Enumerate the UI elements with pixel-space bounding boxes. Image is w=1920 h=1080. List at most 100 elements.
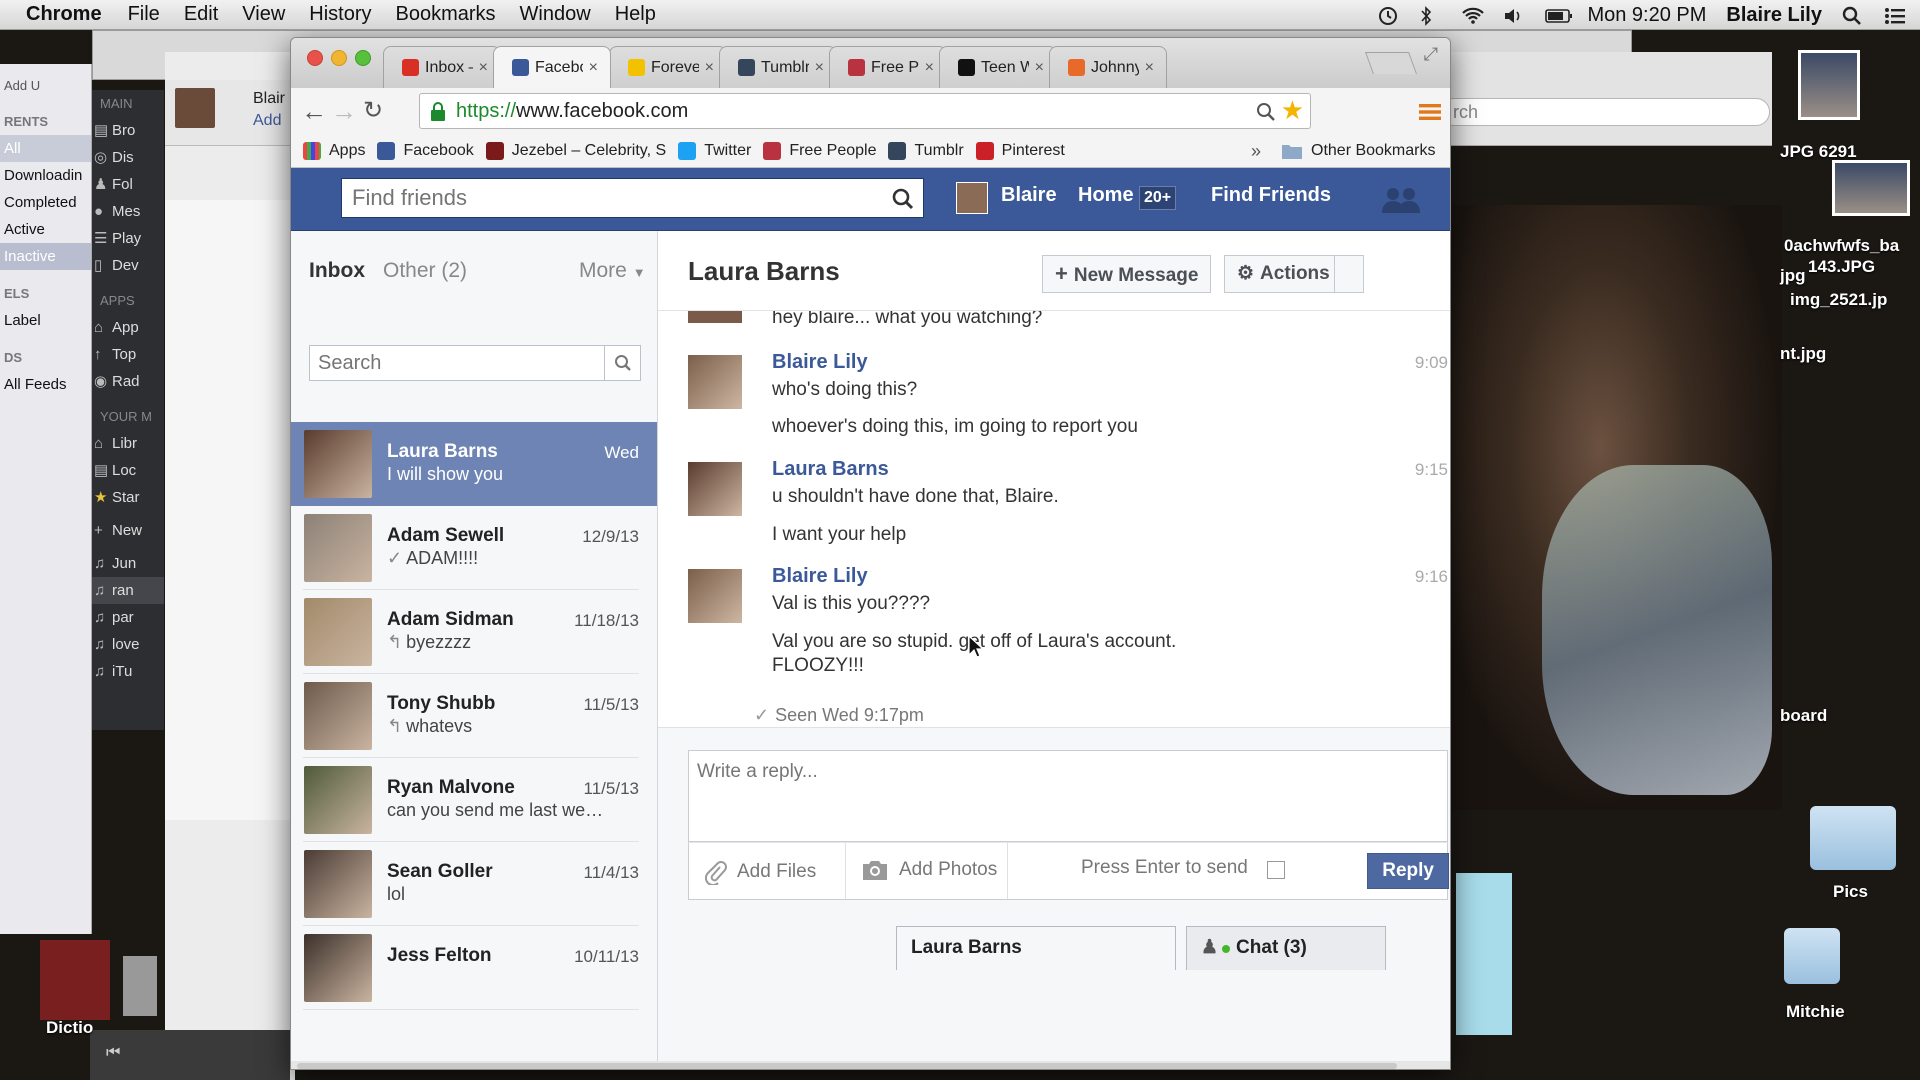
more-dropdown[interactable]: More ▼ [579,259,646,283]
menu-view[interactable]: View [242,3,285,26]
conversation-item[interactable]: Adam Sidman 11/18/13 ↰ byezzzz [303,590,639,674]
itunes-item[interactable]: ⌂ App [92,314,164,341]
add-photos-button[interactable]: Add Photos [861,859,997,881]
menu-user[interactable]: Blaire Lily [1726,4,1822,27]
itunes-item[interactable]: ◎ Dis [92,144,164,171]
desktop-file-label[interactable]: 143.JPG [1808,257,1875,277]
browser-tab[interactable]: Tumblr × [719,46,837,88]
folder-icon[interactable] [1784,928,1840,984]
menu-app-chrome[interactable]: Chrome [26,3,102,26]
desktop-app-label[interactable]: Dictio [46,1018,93,1038]
desktop-file-thumbnail[interactable] [1798,50,1860,120]
bookmarks-overflow-button[interactable]: » [1251,141,1261,162]
other-bookmarks[interactable]: Other Bookmarks [1281,142,1435,160]
previous-track-icon[interactable]: ⏮ [106,1044,120,1062]
close-tab-icon[interactable]: × [589,48,598,88]
minimize-window-button[interactable] [331,50,347,66]
desktop-folder-pics[interactable]: Pics [1833,882,1868,902]
new-tab-button[interactable] [1364,52,1418,74]
desktop-file-label[interactable]: board [1780,706,1827,726]
message-sender[interactable]: Blaire Lily [772,351,868,374]
sidebar-item-label[interactable]: Label [0,307,91,334]
tab-other[interactable]: Other (2) [383,259,467,283]
itunes-playlist[interactable]: ♫ iTu [92,658,164,685]
thread-options-button[interactable] [1334,255,1364,293]
browser-tab[interactable]: Teen Wol × [939,46,1057,88]
avatar[interactable] [688,462,742,516]
zoom-icon[interactable] [1256,102,1276,122]
find-friends-link[interactable]: Find Friends [1211,184,1331,207]
itunes-item[interactable]: ☰ Play [92,225,164,252]
reload-button[interactable]: ↻ [363,96,383,126]
chrome-menu-icon[interactable] [1419,102,1441,122]
fullscreen-icon[interactable]: ⤢ [1424,44,1438,65]
zoom-window-button[interactable] [355,50,371,66]
itunes-playlist[interactable]: ♫ ran [92,577,164,604]
forward-button[interactable]: → [331,96,357,126]
folder-icon[interactable] [1810,806,1896,870]
desktop-folder-mitchie[interactable]: Mitchie [1786,1002,1845,1022]
desktop-file-label[interactable]: img_2521.jp [1790,290,1887,310]
bookmark-item[interactable]: Pinterest [975,142,1065,160]
bookmark-item[interactable]: Facebook [377,142,474,160]
avatar[interactable] [688,355,742,409]
friend-requests-icon[interactable] [1381,186,1421,214]
volume-icon[interactable] [1503,6,1525,24]
close-tab-icon[interactable]: × [925,48,934,88]
avatar[interactable] [688,569,742,623]
menu-bookmarks[interactable]: Bookmarks [396,3,496,26]
menu-window[interactable]: Window [520,3,591,26]
conversation-item[interactable]: Adam Sewell 12/9/13 ✓ ADAM!!!! [303,506,639,590]
sidebar-item-active[interactable]: Active [0,216,91,243]
desktop-file-label[interactable]: 0achwfwfs_ba [1784,236,1899,256]
tab-inbox[interactable]: Inbox [309,259,365,283]
bookmark-star-icon[interactable]: ★ [1281,95,1304,126]
scrollbar-thumb[interactable] [297,1063,1397,1069]
search-button[interactable] [604,346,640,380]
bookmark-item[interactable]: Tumblr [888,142,964,160]
sidebar-item-completed[interactable]: Completed [0,189,91,216]
close-tab-icon[interactable]: × [705,48,714,88]
background-search-field[interactable]: rch [1440,98,1770,126]
add-files-button[interactable]: Add Files [703,859,816,885]
close-window-button[interactable] [307,50,323,66]
wifi-icon[interactable] [1461,6,1485,24]
desktop-file-label[interactable]: JPG 6291 [1780,142,1857,162]
bookmark-item[interactable]: Free People [763,142,876,160]
itunes-item[interactable]: ★ Star [92,484,164,511]
browser-tab[interactable]: Forever 2 × [609,46,727,88]
menu-clock[interactable]: Mon 9:20 PM [1587,4,1706,27]
itunes-item[interactable]: ▤ Bro [92,117,164,144]
close-tab-icon[interactable]: × [815,48,824,88]
back-button[interactable]: ← [301,96,327,126]
menu-help[interactable]: Help [615,3,656,26]
itunes-item[interactable]: ◉ Rad [92,368,164,395]
conversation-item[interactable]: Sean Goller 11/4/13 lol [303,842,639,926]
desktop-thumbnail[interactable] [123,956,157,1016]
sidebar-item-downloading[interactable]: Downloadin [0,162,91,189]
itunes-item[interactable]: ↑ Top [92,341,164,368]
bluetooth-icon[interactable] [1419,6,1441,26]
sidebar-item-inactive[interactable]: Inactive [0,243,91,270]
sidebar-item-all-feeds[interactable]: All Feeds [0,371,91,398]
itunes-item[interactable]: ● Mes [92,198,164,225]
itunes-playlist[interactable]: ♫ Jun [92,550,164,577]
menu-history[interactable]: History [309,3,371,26]
itunes-playlist[interactable]: ♫ love [92,631,164,658]
menu-edit[interactable]: Edit [184,3,218,26]
chat-sidebar-toggle[interactable]: ♟ Chat (3) [1186,926,1386,970]
close-tab-icon[interactable]: × [1035,48,1044,88]
itunes-item[interactable]: ⌂ Libr [92,430,164,457]
spotlight-search-icon[interactable] [1842,6,1864,25]
add-url-label[interactable]: Add U [0,64,91,108]
new-message-button[interactable]: + New Message [1042,255,1212,293]
conversation-item[interactable]: Laura Barns Wed I will show you [291,422,657,506]
reply-button[interactable]: Reply [1367,853,1449,889]
browser-tab[interactable]: Free Peop × [829,46,947,88]
itunes-item[interactable]: + New [92,517,164,544]
desktop-file-label[interactable]: jpg [1780,266,1806,286]
conversation-item[interactable]: Jess Felton 10/11/13 [303,926,639,1010]
close-tab-icon[interactable]: × [1145,48,1154,88]
itunes-playlist[interactable]: ♫ par [92,604,164,631]
browser-tab[interactable]: Facebook × [493,46,611,88]
